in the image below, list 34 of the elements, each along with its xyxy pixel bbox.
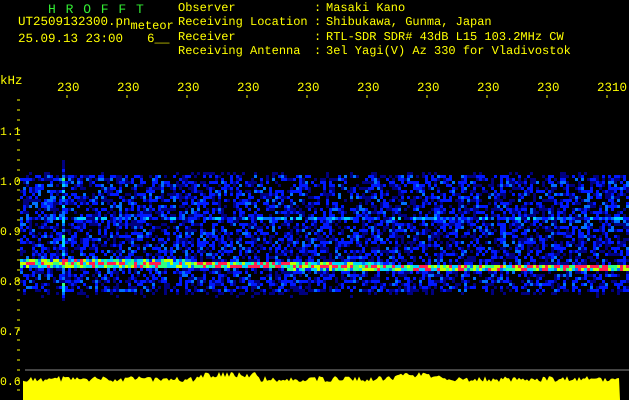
y-axis-label: 1.0 xyxy=(0,176,21,189)
y-axis-label: 1.1 xyxy=(0,126,21,139)
info-label: Observer xyxy=(178,3,237,16)
file-tag: meteor xyxy=(130,20,174,33)
x-axis-label: 230 xyxy=(477,81,500,95)
x-axis-label: 230 xyxy=(117,81,140,95)
info-value: 3el Yagi(V) Az 330 for Vladivostok xyxy=(326,46,571,60)
x-axis-label: 230 xyxy=(297,81,320,95)
info-value: RTL-SDR SDR# 43dB L15 103.2MHz CW xyxy=(326,32,565,45)
info-value: Masaki Kano xyxy=(326,3,406,16)
y-axis-label: 0.7 xyxy=(0,326,21,339)
info-label: Receiving Location xyxy=(178,17,309,31)
info-label: Receiver xyxy=(178,32,237,45)
x-axis-label: 230 xyxy=(417,81,440,95)
y-axis-label: 0.6 xyxy=(0,376,21,389)
x-axis-label: 230 xyxy=(537,81,560,95)
info-value: Shibukawa, Gunma, Japan xyxy=(326,17,493,31)
x-axis-label: 230 xyxy=(237,81,260,95)
info-separator: : xyxy=(314,3,322,17)
timestamp: 25.09.13 23:00 xyxy=(18,33,124,46)
y-axis-label: 0.8 xyxy=(0,276,21,289)
info-label: Receiving Antenna xyxy=(178,46,302,60)
axis-unit-label: kHz xyxy=(0,74,23,88)
info-separator: : xyxy=(314,46,322,60)
y-axis-label: 0.9 xyxy=(0,226,21,239)
file-name: UT2509132300.pn xyxy=(18,16,131,29)
info-separator: : xyxy=(314,17,322,32)
x-axis-label: 230 xyxy=(177,81,200,95)
counter: 6__ xyxy=(147,33,170,46)
x-axis-label: 230 xyxy=(357,81,380,95)
x-axis-label: 2310 xyxy=(597,81,628,95)
x-axis-label: 230 xyxy=(57,81,80,95)
app-title: H R O F F T xyxy=(48,3,146,16)
info-separator: : xyxy=(314,32,322,46)
